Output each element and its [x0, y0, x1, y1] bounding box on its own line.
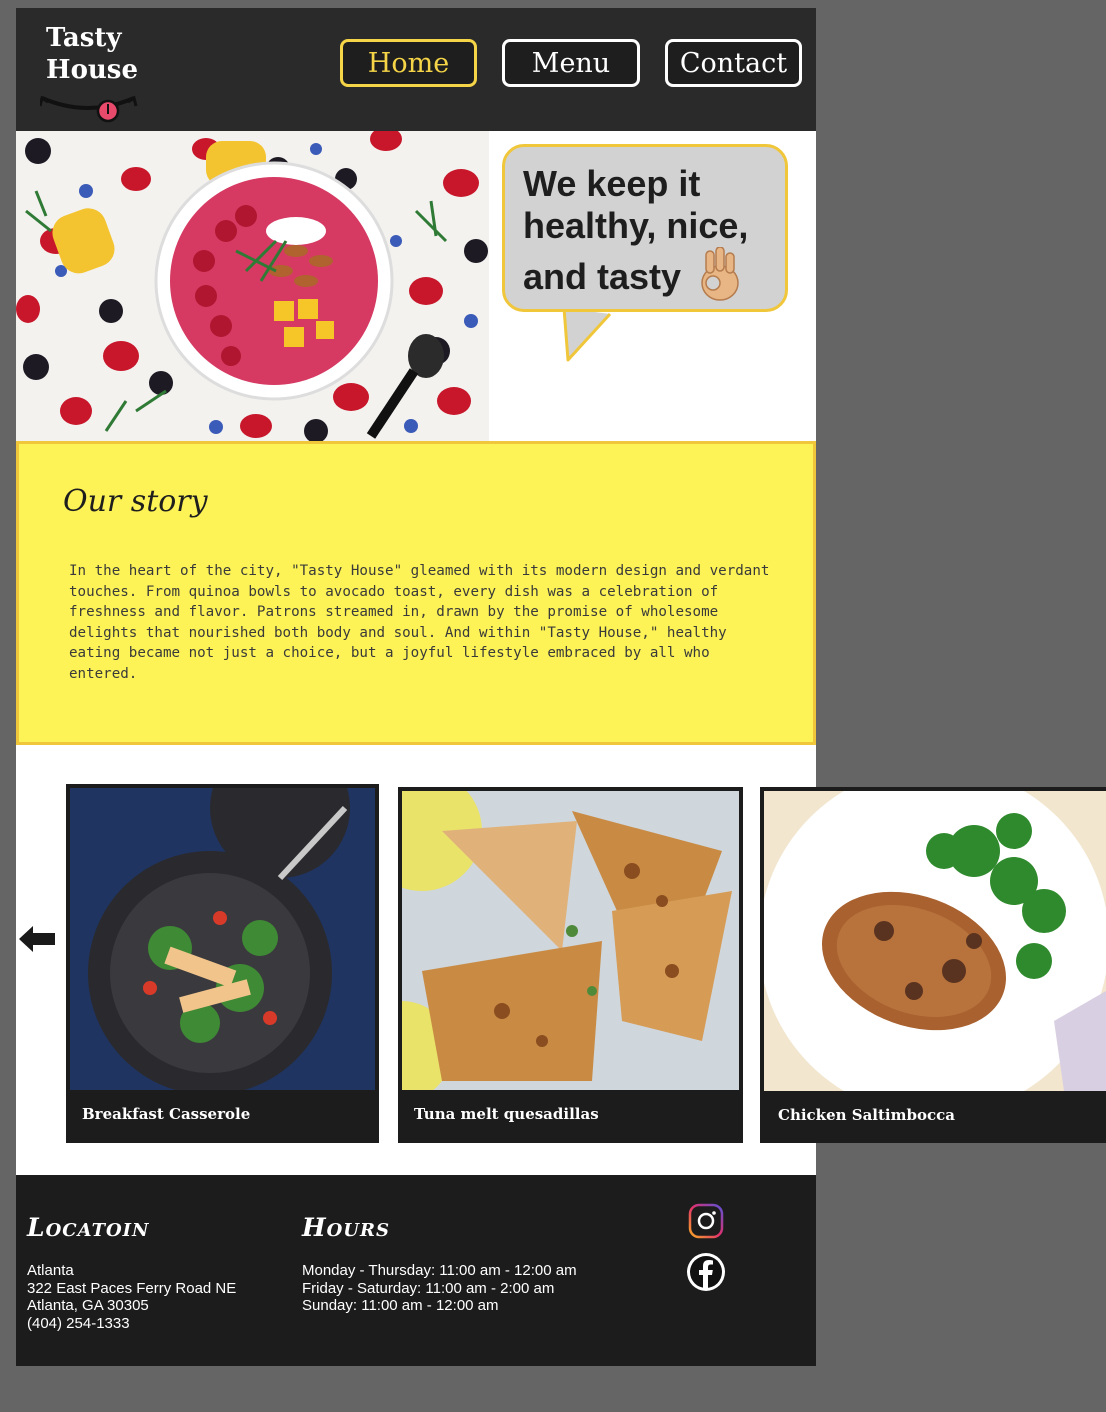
- our-story-section: Our story In the heart of the city, "Tas…: [16, 441, 816, 745]
- nav-contact-button[interactable]: Contact: [665, 39, 802, 87]
- hours-list: Monday - Thursday: 11:00 am - 12:00 am F…: [302, 1262, 577, 1314]
- hours-heading: Hours: [302, 1213, 390, 1242]
- card-label: Breakfast Casserole: [82, 1105, 251, 1123]
- nav-home-button[interactable]: Home: [340, 39, 477, 87]
- menu-card-breakfast-casserole[interactable]: Breakfast Casserole: [66, 784, 379, 1143]
- logo[interactable]: Tasty House: [40, 22, 150, 123]
- site-footer: Locatoin Atlanta 322 East Paces Ferry Ro…: [16, 1175, 816, 1366]
- site-header: Tasty House Home Menu Contact: [16, 8, 816, 131]
- chicken-saltimbocca-image: [764, 791, 1106, 1091]
- ok-hand-icon: [697, 246, 743, 312]
- story-title: Our story: [63, 484, 208, 519]
- hero-image: [16, 131, 489, 441]
- menu-card-tuna-melt-quesadillas[interactable]: Tuna melt quesadillas: [398, 787, 743, 1143]
- back-arrow-icon[interactable]: [17, 924, 57, 958]
- instagram-icon[interactable]: [688, 1203, 724, 1243]
- card-label: Tuna melt quesadillas: [414, 1105, 599, 1123]
- card-label: Chicken Saltimbocca: [778, 1106, 955, 1124]
- menu-card-chicken-saltimbocca[interactable]: Chicken Saltimbocca: [760, 787, 1106, 1143]
- bubble-box: We keep it healthy, nice, and tasty: [502, 144, 788, 312]
- smoothie-bowl-illustration: [16, 131, 489, 441]
- breakfast-casserole-image: [70, 788, 375, 1090]
- location-address: Atlanta 322 East Paces Ferry Road NE Atl…: [27, 1262, 237, 1332]
- smile-tongue-logo-icon: [40, 95, 138, 123]
- location-heading: Locatoin: [27, 1213, 150, 1242]
- story-text: In the heart of the city, "Tasty House" …: [69, 563, 770, 682]
- tuna-melt-quesadillas-image: [402, 791, 739, 1090]
- speech-bubble: We keep it healthy, nice, and tasty: [502, 144, 796, 374]
- page: Tasty House Home Menu Contact We keep it…: [16, 8, 1106, 1366]
- nav-menu-button[interactable]: Menu: [502, 39, 640, 87]
- logo-text: Tasty House: [46, 23, 138, 85]
- facebook-icon[interactable]: [686, 1252, 726, 1296]
